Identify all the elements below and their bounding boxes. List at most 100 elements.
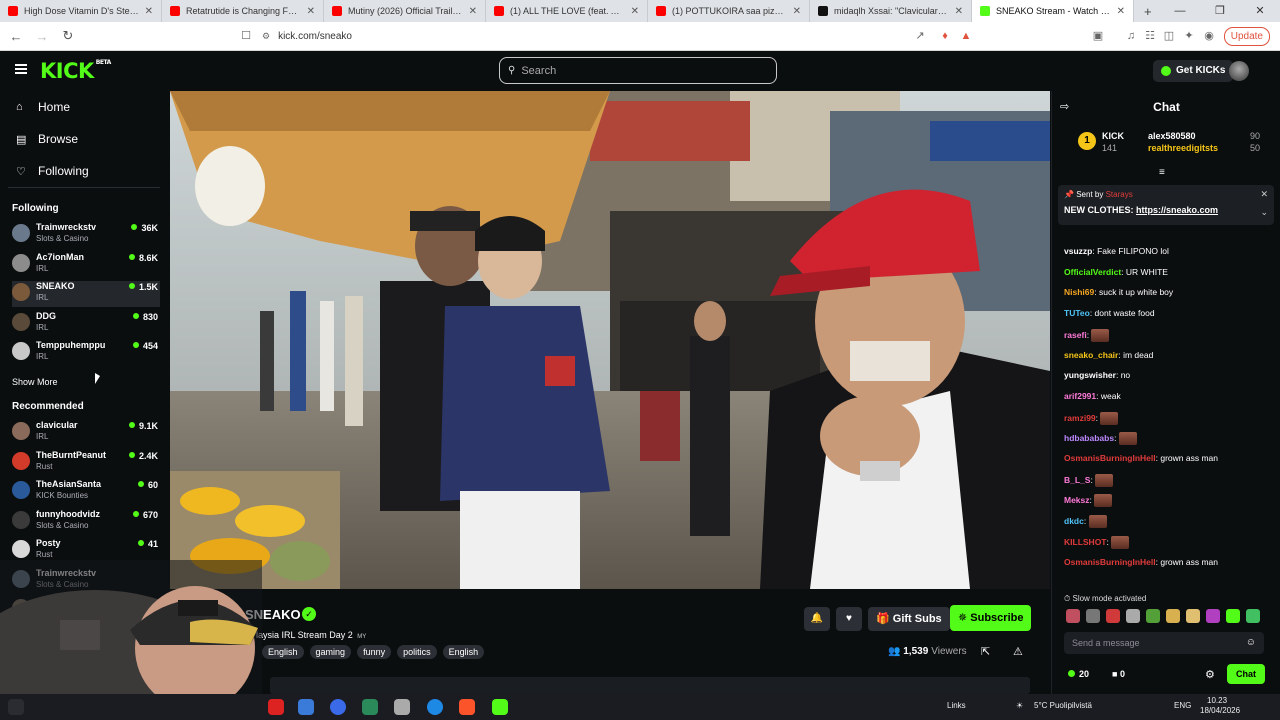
language-indicator[interactable]: ENG [1174, 701, 1191, 710]
sidebar-toggle-icon[interactable]: ▣ [1091, 29, 1105, 43]
show-more-button[interactable]: Show More [12, 377, 58, 387]
close-tab-icon[interactable]: ✕ [139, 6, 153, 17]
emote-1[interactable] [1066, 609, 1080, 623]
bookmark-icon[interactable]: ☐ [239, 29, 253, 43]
user-avatar[interactable] [1229, 61, 1249, 81]
notification-bell-button[interactable]: 🔔 [804, 607, 830, 631]
close-tab-icon[interactable]: ✕ [301, 6, 315, 17]
sidebar-channel[interactable]: SNEAKO IRL 1.5K [12, 281, 160, 307]
sidebar-channel[interactable]: funnyhoodvidz Slots & Casino 670 [12, 509, 160, 535]
emote-3[interactable] [1106, 609, 1120, 623]
update-button[interactable]: Update [1223, 27, 1270, 46]
chat-username[interactable]: ramzi99 [1064, 412, 1096, 422]
brave-shields-icon[interactable]: ♦ [938, 29, 952, 43]
search-input[interactable]: ⚲ Search [499, 57, 777, 84]
chat-username[interactable]: hdbabababs [1064, 433, 1114, 443]
video-player[interactable] [170, 91, 1050, 589]
send-message-input[interactable]: Send a message ☺ [1064, 632, 1264, 654]
taskbar-app-1[interactable] [268, 699, 284, 715]
taskbar-app-3[interactable] [330, 699, 346, 715]
close-window-button[interactable]: ✕ [1240, 0, 1280, 22]
chat-send-button[interactable]: Chat [1227, 664, 1265, 684]
close-tab-icon[interactable]: ✕ [1111, 6, 1125, 17]
browser-tab[interactable]: (1) ALL THE LOVE (feat. Andre Trout✕ [486, 0, 648, 22]
close-tab-icon[interactable]: ✕ [949, 6, 963, 17]
chat-username[interactable]: arif2991 [1064, 391, 1096, 401]
chat-username[interactable]: KILLSHOT [1064, 537, 1107, 547]
extensions-icon[interactable]: ✦ [1182, 29, 1196, 43]
emote-10[interactable] [1246, 609, 1260, 623]
pinned-link[interactable]: https://sneako.com [1136, 205, 1218, 215]
close-tab-icon[interactable]: ✕ [787, 6, 801, 17]
nav-browse[interactable]: ▤ Browse [16, 129, 78, 149]
new-tab-button[interactable]: + [1144, 4, 1152, 19]
back-icon[interactable]: ← [6, 29, 26, 44]
sidebar-channel[interactable]: TheBurntPeanut Rust 2.4K [12, 450, 160, 476]
clock-time[interactable]: 10.23 [1207, 696, 1227, 705]
browser-tab[interactable]: (1) POTTUKOIRA saa pizzapasta shot✕ [648, 0, 810, 22]
emote-8[interactable] [1206, 609, 1220, 623]
chat-username[interactable]: OsmanisBurningInHell [1064, 453, 1156, 463]
chat-username[interactable]: OfficialVerdict [1064, 267, 1121, 277]
kick-logo[interactable]: KICK BETA [40, 59, 111, 83]
url-field[interactable]: ⚙ kick.com/sneako [262, 26, 982, 47]
stream-tag[interactable]: politics [397, 645, 437, 659]
chat-username[interactable]: sneako_chair [1064, 350, 1118, 360]
clock-date[interactable]: 18/04/2026 [1200, 706, 1240, 715]
stream-tag[interactable]: funny [357, 645, 392, 659]
chat-username[interactable]: Meksz [1064, 495, 1090, 505]
stream-tag[interactable]: gaming [309, 645, 352, 659]
reload-icon[interactable]: ↻ [58, 28, 78, 44]
gear-icon[interactable]: ⚙ [1205, 668, 1215, 681]
get-kicks-button[interactable]: Get KICKs [1153, 60, 1234, 82]
chat-username[interactable]: Nishi69 [1064, 287, 1094, 297]
vpn-icon[interactable]: ◉ [1202, 29, 1216, 43]
site-info-icon[interactable]: ⚙ [262, 31, 270, 42]
gift-subs-button[interactable]: 🎁 Gift Subs [868, 607, 950, 631]
chat-username[interactable]: rasefi [1064, 330, 1087, 340]
stream-tag[interactable]: English [442, 645, 485, 659]
kick-app-icon[interactable] [492, 699, 508, 715]
taskbar-links[interactable]: Links [947, 701, 966, 710]
reading-list-icon[interactable]: ☷ [1143, 29, 1157, 43]
split-view-icon[interactable]: ◫ [1162, 29, 1176, 43]
leaderboard-user-2[interactable]: realthreedigitsts [1148, 143, 1218, 153]
emoji-icon[interactable]: ☺ [1246, 632, 1256, 654]
edge-icon[interactable] [427, 699, 443, 715]
taskbar-app-2[interactable] [298, 699, 314, 715]
chat-username[interactable]: vsuzzp [1064, 246, 1092, 256]
share-page-icon[interactable]: ↗ [913, 29, 927, 43]
nav-following[interactable]: ♡ Following [16, 161, 89, 181]
subscribe-button[interactable]: ✵ Subscribe [950, 605, 1032, 631]
sidebar-channel[interactable]: Trainwreckstv Slots & Casino 36K [12, 222, 160, 248]
emote-2[interactable] [1086, 609, 1100, 623]
taskbar-app-5[interactable] [394, 699, 410, 715]
stream-tag[interactable]: English [262, 645, 304, 659]
media-icon[interactable]: ♫ [1124, 29, 1138, 43]
pinned-by-user[interactable]: Starays [1106, 190, 1133, 199]
browser-tab[interactable]: Retatrutide is Changing Fat-Loss in 2✕ [162, 0, 324, 22]
emote-7[interactable] [1186, 609, 1200, 623]
share-icon[interactable]: ⇱ [981, 645, 990, 658]
kicks-balance[interactable]: ■ 0 [1112, 669, 1125, 679]
taskbar-app-4[interactable] [362, 699, 378, 715]
hide-pin-icon[interactable]: ✕ [1260, 189, 1268, 200]
browser-tab[interactable]: midaqlh Xssai: "Clavicular OFFICIAL✕ [810, 0, 972, 22]
channel-points[interactable]: 20 [1068, 669, 1089, 679]
sidebar-channel[interactable]: Temppuhemppu IRL 454 [12, 340, 160, 366]
emote-4[interactable] [1126, 609, 1140, 623]
browser-tab[interactable]: SNEAKO Stream - Watch Live ✕ [972, 0, 1134, 22]
report-icon[interactable]: ⚠ [1013, 645, 1023, 658]
maximize-button[interactable]: ❐ [1200, 0, 1240, 22]
forward-icon[interactable]: → [32, 29, 52, 44]
sidebar-channel[interactable]: Ac7ionMan IRL 8.6K [12, 252, 160, 278]
browser-tab[interactable]: Mutiny (2026) Official Trailer - Jason✕ [324, 0, 486, 22]
start-icon[interactable] [8, 699, 24, 715]
expand-leaderboard-icon[interactable]: ≡ [1159, 167, 1165, 178]
emote-6[interactable] [1166, 609, 1180, 623]
brave-icon[interactable] [459, 699, 475, 715]
emote-5[interactable] [1146, 609, 1160, 623]
weather-text[interactable]: 5°C Puolipilvistä [1034, 701, 1092, 710]
sidebar-channel[interactable]: TheAsianSanta KICK Bounties 60 [12, 479, 160, 505]
menu-icon[interactable] [15, 64, 27, 74]
